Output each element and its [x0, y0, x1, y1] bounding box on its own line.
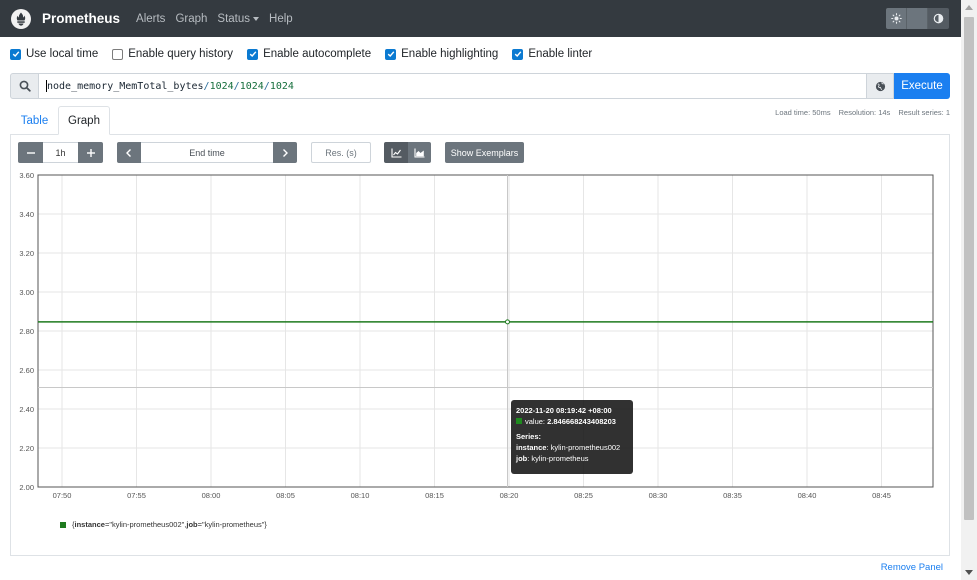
tooltip-timestamp: 2022-11-20 08:19:42 +08:00: [516, 406, 612, 415]
resolution-stat: Resolution: 14s: [838, 108, 891, 117]
search-icon: [10, 73, 39, 99]
chevron-right-icon: [283, 148, 288, 157]
navbar: Prometheus Alerts Graph Status Help: [0, 0, 961, 37]
result-series-stat: Result series: 1: [898, 108, 950, 117]
query-stats: Load time: 50ms Resolution: 14s Result s…: [767, 108, 950, 117]
range-decrease-button[interactable]: [18, 142, 43, 163]
checkbox-unchecked-icon[interactable]: [112, 48, 124, 60]
sun-icon: [890, 13, 902, 24]
graph-panel: [10, 134, 950, 556]
graph-controls: 1h End time Res. (s) Show Exemplars: [18, 142, 524, 163]
query-number: 1024: [269, 80, 294, 92]
scroll-up-icon[interactable]: [965, 5, 973, 10]
nav-link-graph[interactable]: Graph: [175, 13, 207, 25]
execute-button[interactable]: Execute: [894, 73, 950, 99]
vertical-scrollbar[interactable]: [961, 0, 977, 580]
tooltip-job-label: job: [516, 454, 528, 463]
series-color-swatch: [516, 418, 522, 424]
end-time-input[interactable]: End time: [141, 142, 273, 163]
end-time-forward-button[interactable]: [273, 142, 297, 163]
resolution-input[interactable]: Res. (s): [311, 142, 371, 163]
plus-icon: [86, 148, 95, 157]
tab-graph[interactable]: Graph: [58, 106, 110, 135]
unstacked-chart-button[interactable]: [384, 142, 408, 163]
stacked-chart-button[interactable]: [408, 142, 431, 163]
chart-legend[interactable]: {instance ="kylin-prometheus002", job ="ky…: [60, 520, 267, 529]
globe-icon: [875, 81, 885, 91]
end-time-back-button[interactable]: [117, 142, 141, 163]
legend-instance-key: instance: [74, 520, 105, 529]
option-label: Enable linter: [528, 48, 593, 60]
legend-instance-value: ="kylin-prometheus002",: [104, 520, 187, 529]
tooltip-value: 2.846668243408203: [547, 417, 616, 426]
nav-link-help[interactable]: Help: [269, 13, 293, 25]
option-label: Enable autocomplete: [263, 48, 372, 60]
prometheus-logo-icon: [11, 8, 31, 29]
checkbox-checked-icon[interactable]: [512, 48, 524, 60]
brand[interactable]: Prometheus: [11, 8, 121, 29]
theme-dark-button[interactable]: [907, 8, 928, 29]
metrics-explorer-button[interactable]: [867, 73, 894, 99]
theme-light-button[interactable]: [886, 8, 907, 29]
chart-tooltip: 2022-11-20 08:19:42 +08:00 value: 2.8466…: [511, 400, 633, 474]
option-label: Use local time: [26, 48, 99, 60]
tab-table[interactable]: Table: [11, 106, 58, 135]
tooltip-instance-label: instance: [516, 443, 547, 452]
scrollbar-thumb[interactable]: [964, 17, 974, 520]
query-options: Use local time Enable query history Enab…: [10, 48, 606, 60]
legend-job-value: ="kylin-prometheus"}: [197, 520, 267, 529]
tooltip-series-label: Series:: [516, 432, 542, 441]
option-enable-linter[interactable]: Enable linter: [512, 48, 592, 60]
minus-icon: [26, 151, 35, 154]
show-exemplars-button[interactable]: Show Exemplars: [445, 142, 524, 163]
theme-auto-button[interactable]: [928, 8, 949, 29]
query-bar: node_memory_MemTotal_bytes/1024/1024/102…: [10, 73, 950, 99]
moon-icon: [913, 14, 920, 23]
nav-link-alerts[interactable]: Alerts: [136, 13, 165, 25]
theme-switcher: [886, 8, 949, 29]
option-label: Enable query history: [128, 48, 234, 60]
checkbox-checked-icon[interactable]: [385, 48, 397, 60]
nav-link-status-label: Status: [217, 12, 251, 25]
scroll-down-icon[interactable]: [965, 570, 973, 575]
option-use-local-time[interactable]: Use local time: [10, 48, 98, 60]
remove-panel-link[interactable]: Remove Panel: [881, 562, 943, 573]
tooltip-value-label: value:: [525, 417, 546, 426]
line-chart-icon: [390, 148, 401, 158]
tooltip-job-value: : kylin-prometheus: [527, 454, 589, 463]
area-chart-icon: [414, 148, 425, 158]
caret-down-icon: [253, 16, 260, 21]
checkbox-checked-icon[interactable]: [247, 48, 259, 60]
option-enable-highlighting[interactable]: Enable highlighting: [385, 48, 498, 60]
half-circle-icon: [933, 13, 944, 24]
range-increase-button[interactable]: [78, 142, 103, 163]
load-time: Load time: 50ms: [775, 108, 831, 117]
expression-input[interactable]: node_memory_MemTotal_bytes/1024/1024/102…: [39, 73, 867, 99]
nav-links: Alerts Graph Status Help: [136, 13, 303, 25]
query-metric: node_memory_MemTotal_bytes: [47, 80, 204, 92]
checkbox-checked-icon[interactable]: [10, 48, 21, 60]
legend-job-key: job: [186, 520, 198, 529]
option-enable-autocomplete[interactable]: Enable autocomplete: [247, 48, 371, 60]
brand-name: Prometheus: [42, 11, 121, 26]
query-number: 1024: [209, 80, 234, 92]
option-enable-query-history[interactable]: Enable query history: [112, 48, 233, 60]
chevron-left-icon: [126, 148, 131, 157]
option-label: Enable highlighting: [401, 48, 499, 60]
range-input[interactable]: 1h: [43, 142, 78, 163]
series-color-swatch: [60, 521, 66, 528]
query-number: 1024: [239, 80, 264, 92]
tooltip-instance-value: : kylin-prometheus002: [546, 443, 621, 452]
nav-link-status[interactable]: Status: [217, 12, 260, 25]
